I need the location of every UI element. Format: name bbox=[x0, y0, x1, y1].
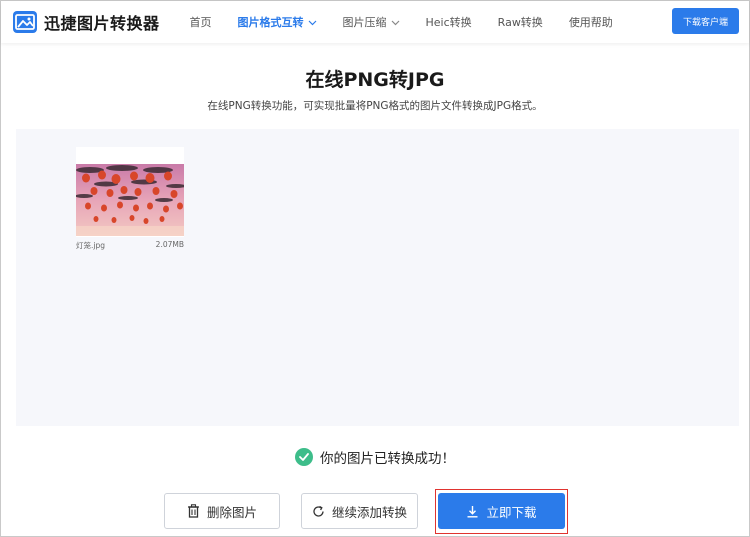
delete-image-button[interactable]: 删除图片 bbox=[164, 493, 280, 529]
main-nav: 首页 图片格式互转 图片压缩 Heic转换 Raw转换 使用帮助 bbox=[190, 1, 639, 43]
nav-item-help[interactable]: 使用帮助 bbox=[569, 1, 613, 43]
image-thumbnail bbox=[76, 147, 184, 237]
app-name: 迅捷图片转换器 bbox=[44, 14, 160, 33]
top-header: 迅捷图片转换器 首页 图片格式互转 图片压缩 Heic转换 Raw转换 使用帮助… bbox=[1, 1, 749, 43]
file-card[interactable]: 灯笼.jpg 2.07MB bbox=[76, 147, 184, 252]
file-work-area: 灯笼.jpg 2.07MB bbox=[16, 129, 739, 426]
nav-item-label: 使用帮助 bbox=[568, 16, 613, 29]
nav-item-label: Raw转换 bbox=[497, 16, 543, 29]
continue-add-label: 继续添加转换 bbox=[331, 504, 407, 520]
success-message: 你的图片已转换成功！ bbox=[1, 447, 749, 467]
delete-image-label: 删除图片 bbox=[206, 504, 257, 520]
nav-item-label: Heic转换 bbox=[425, 16, 472, 29]
download-now-button[interactable]: 立即下载 bbox=[438, 493, 565, 529]
file-size: 2.07MB bbox=[155, 240, 184, 249]
nav-item-format-convert[interactable]: 图片格式互转 bbox=[238, 1, 317, 43]
nav-item-home[interactable]: 首页 bbox=[190, 1, 212, 43]
app-logo[interactable]: 迅捷图片转换器 bbox=[13, 10, 160, 34]
check-circle-icon bbox=[295, 448, 313, 466]
nav-item-raw[interactable]: Raw转换 bbox=[498, 1, 543, 43]
page-title: 在线PNG转JPG bbox=[305, 69, 445, 91]
nav-item-compress[interactable]: 图片压缩 bbox=[343, 1, 400, 43]
page-subtitle: 在线PNG转换功能，可实现批量将PNG格式的图片文件转换成JPG格式。 bbox=[207, 100, 543, 112]
nav-item-label: 首页 bbox=[189, 16, 212, 29]
image-icon bbox=[13, 11, 37, 33]
trash-icon bbox=[187, 504, 200, 518]
download-icon bbox=[466, 505, 479, 518]
success-text: 你的图片已转换成功！ bbox=[320, 451, 455, 467]
chevron-down-icon bbox=[391, 16, 400, 29]
nav-item-heic[interactable]: Heic转换 bbox=[426, 1, 472, 43]
nav-item-label: 图片压缩 bbox=[342, 16, 387, 29]
continue-add-button[interactable]: 继续添加转换 bbox=[301, 493, 418, 529]
download-client-button[interactable]: 下载客户端 bbox=[672, 8, 739, 34]
file-name: 灯笼.jpg bbox=[76, 241, 105, 250]
file-meta: 灯笼.jpg 2.07MB bbox=[76, 240, 184, 251]
download-now-label: 立即下载 bbox=[486, 504, 537, 520]
chevron-down-icon bbox=[308, 16, 317, 29]
nav-item-label: 图片格式互转 bbox=[237, 16, 304, 29]
refresh-icon bbox=[312, 505, 325, 518]
